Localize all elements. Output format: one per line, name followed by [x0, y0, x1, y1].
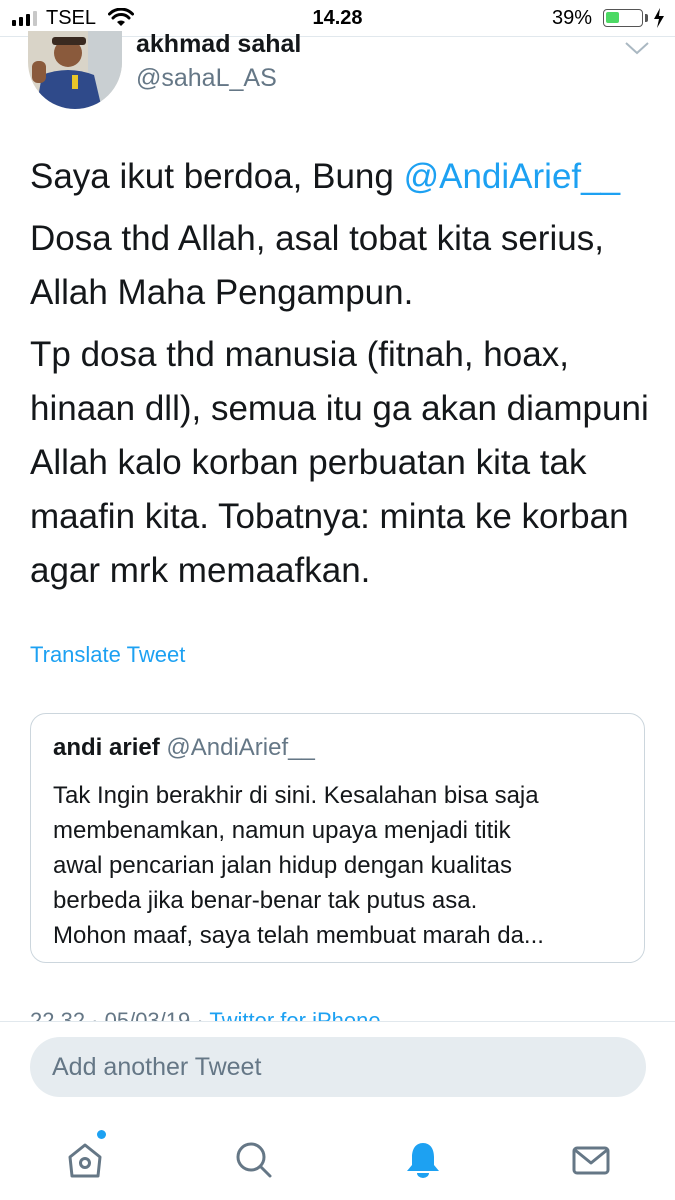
battery-percent: 39% — [552, 7, 593, 29]
search-icon — [236, 1142, 272, 1178]
tweet-timestamp: 22.32 · 05/03/19 · — [30, 1008, 210, 1022]
author-avatar[interactable] — [28, 31, 122, 109]
battery-icon — [603, 9, 643, 27]
quoted-tweet-header: andi arief @AndiArief__ — [53, 734, 315, 762]
reply-composer: Add another Tweet — [0, 1021, 675, 1112]
quoted-text-line: Mohon maaf, saya telah membuat marah da.… — [53, 922, 544, 949]
quoted-text-line: awal pencarian jalan hidup dengan kualit… — [53, 852, 512, 879]
quoted-author-handle: @AndiArief__ — [166, 734, 315, 761]
messages-icon — [572, 1146, 610, 1175]
battery-cap — [645, 14, 648, 22]
mention-link[interactable]: @AndiArief__ — [404, 157, 620, 196]
quoted-text-line: Tak Ingin berakhir di sini. Kesalahan bi… — [53, 782, 539, 809]
home-icon — [68, 1143, 102, 1178]
chevron-down-icon[interactable] — [624, 40, 650, 56]
translate-tweet-link[interactable]: Translate Tweet — [30, 642, 185, 668]
tweet-text-line1: Saya ikut berdoa, Bung — [30, 157, 404, 196]
quoted-tweet-text: Tak Ingin berakhir di sini. Kesalahan bi… — [53, 778, 628, 953]
tab-bar — [0, 1112, 675, 1200]
charging-bolt-icon — [654, 8, 664, 28]
quoted-author-name: andi arief — [53, 734, 160, 761]
tweet-meta: 22.32 · 05/03/19 · Twitter for iPhone — [30, 1008, 670, 1022]
tab-search[interactable] — [224, 1130, 284, 1190]
tweet-source-link[interactable]: Twitter for iPhone — [209, 1008, 380, 1022]
add-tweet-input[interactable]: Add another Tweet — [30, 1037, 646, 1097]
quoted-tweet-card[interactable]: andi arief @AndiArief__ Tak Ingin berakh… — [30, 713, 645, 963]
battery-fill — [606, 12, 619, 23]
tweet-paragraph-2: Dosa thd Allah, asal tobat kita serius, … — [30, 219, 604, 312]
tab-home[interactable] — [55, 1130, 115, 1190]
quoted-text-line: membenamkan, namun upaya menjadi titik — [53, 817, 511, 844]
author-handle[interactable]: @sahaL_AS — [136, 64, 277, 93]
quoted-text-line: berbeda jika benar-benar tak putus asa. — [53, 887, 478, 914]
tab-notifications[interactable] — [393, 1130, 453, 1190]
tweet-paragraph-1: Saya ikut berdoa, Bung @AndiArief__ — [30, 150, 655, 204]
author-name[interactable]: akhmad sahal — [136, 30, 301, 59]
home-notification-dot — [97, 1130, 106, 1139]
notifications-icon — [407, 1143, 439, 1178]
tweet-paragraph-3: Tp dosa thd manusia (fitnah, hoax, hinaa… — [30, 335, 649, 590]
tweet-text: Saya ikut berdoa, Bung @AndiArief__ Dosa… — [30, 150, 655, 606]
tab-messages[interactable] — [561, 1130, 621, 1190]
